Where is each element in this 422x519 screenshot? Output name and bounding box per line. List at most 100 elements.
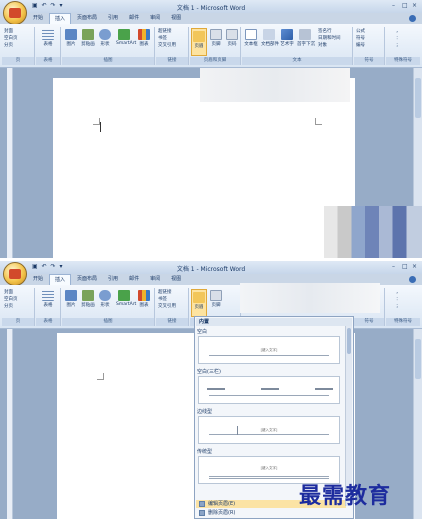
smartart-button-2[interactable]: SmartArt — [116, 290, 136, 307]
clipart-icon — [82, 29, 94, 40]
clipart-button[interactable]: 剪贴画 — [80, 29, 96, 47]
tab-review[interactable]: 审阅 — [145, 13, 165, 24]
colon-button[interactable]: ： — [396, 35, 401, 42]
page-break-button-2[interactable]: 分页 — [4, 303, 18, 310]
chart-button-2[interactable]: 图表 — [136, 290, 152, 308]
group-label-pages-2: 页 — [2, 318, 34, 326]
bookmark-button-2[interactable]: 书签 — [158, 296, 176, 303]
preset-rule-3 — [209, 434, 329, 435]
vertical-scrollbar-2[interactable] — [413, 329, 422, 519]
smartart-icon-2 — [118, 290, 130, 301]
footer-icon — [210, 29, 222, 40]
comma-button-2[interactable]: ， — [396, 289, 401, 296]
restore-button[interactable]: □ — [402, 2, 408, 9]
group-label-links-2: 链接 — [156, 318, 188, 326]
shapes-button-2[interactable]: 形状 — [97, 290, 113, 308]
office-button[interactable] — [3, 1, 27, 25]
word-window-top: ▣ ↶ ↷ ▾ 文档 1 - Microsoft Word – □ × 开始 插… — [0, 0, 422, 258]
table-button-2[interactable]: 表格 — [40, 290, 56, 308]
group-special-symbols-2: ， ： ； 特殊符号 — [386, 288, 420, 326]
preset-blank[interactable]: [键入文字] — [198, 336, 340, 364]
semicolon-button[interactable]: ； — [396, 42, 401, 49]
scrollbar-thumb[interactable] — [415, 78, 421, 118]
office-button-2[interactable] — [3, 262, 27, 286]
textbox-icon — [245, 29, 257, 40]
cross-reference-button-2[interactable]: 交叉引用 — [158, 303, 176, 310]
footer-button-2[interactable]: 页脚 — [208, 290, 224, 308]
redacted-area-2 — [240, 283, 380, 313]
blank-page-button-2[interactable]: 空白页 — [4, 296, 18, 303]
help-icon[interactable] — [409, 15, 416, 22]
numbering-button[interactable]: 编号 — [356, 42, 365, 49]
help-icon-2[interactable] — [409, 276, 416, 283]
footer-button[interactable]: 页脚 — [208, 29, 224, 47]
chart-button[interactable]: 图表 — [136, 29, 152, 47]
close-button-2[interactable]: × — [412, 263, 417, 270]
tab-mailings-2[interactable]: 邮件 — [124, 274, 144, 285]
group-label-pages: 页 — [2, 57, 34, 65]
preset-placeholder-center — [261, 388, 279, 390]
tab-page-layout[interactable]: 页面布局 — [72, 13, 102, 24]
preset-sideline[interactable]: [键入文字] — [198, 416, 340, 444]
smartart-icon — [118, 29, 130, 40]
preset-blank-three[interactable] — [198, 376, 340, 404]
wordart-button[interactable]: 艺术字 — [279, 29, 295, 47]
gallery-scroll-thumb[interactable] — [347, 328, 351, 354]
document-page[interactable] — [53, 78, 355, 258]
drop-cap-button[interactable]: 首字下沉 — [297, 29, 315, 47]
blank-page-button[interactable]: 空白页 — [4, 35, 18, 42]
preset-title-sideline: 边线型 — [197, 409, 213, 415]
group-label-header-footer: 页眉和页脚 — [190, 57, 240, 65]
tab-home[interactable]: 开始 — [28, 13, 48, 24]
picture-icon-2 — [65, 290, 77, 301]
semicolon-button-2[interactable]: ； — [396, 303, 401, 310]
tab-mailings[interactable]: 邮件 — [124, 13, 144, 24]
tab-home-2[interactable]: 开始 — [28, 274, 48, 285]
object-button[interactable]: 对象 — [318, 42, 341, 49]
group-header-footer: 页眉 页脚 页码 页眉和页脚 — [190, 27, 241, 65]
minimize-button[interactable]: – — [392, 2, 395, 9]
remove-header-item[interactable]: 删除页眉(R) — [196, 509, 346, 517]
tab-page-layout-2[interactable]: 页面布局 — [72, 274, 102, 285]
tab-view[interactable]: 视图 — [166, 13, 186, 24]
page-number-button[interactable]: 页码 — [224, 29, 240, 47]
office-logo-icon — [9, 8, 21, 18]
cover-page-button[interactable]: 封面 — [4, 28, 18, 35]
equation-button[interactable]: 公式 — [356, 28, 365, 35]
quick-parts-button[interactable]: 文档部件 — [261, 29, 279, 47]
tab-references-2[interactable]: 引用 — [103, 274, 123, 285]
colon-button-2[interactable]: ： — [396, 296, 401, 303]
date-time-button[interactable]: 日期和时间 — [318, 35, 341, 42]
textbox-button[interactable]: 文本框 — [243, 29, 259, 47]
bookmark-button[interactable]: 书签 — [158, 35, 176, 42]
group-label-tables: 表格 — [36, 57, 60, 65]
shapes-button[interactable]: 形状 — [97, 29, 113, 47]
cover-page-button-2[interactable]: 封面 — [4, 289, 18, 296]
tab-view-2[interactable]: 视图 — [166, 274, 186, 285]
restore-button-2[interactable]: □ — [402, 263, 408, 270]
table-button[interactable]: 表格 — [40, 29, 56, 47]
group-label-illustrations: 插图 — [62, 57, 154, 65]
group-label-special-symbols-2: 特殊符号 — [386, 318, 420, 326]
scrollbar-thumb-2[interactable] — [415, 339, 421, 379]
preset-placeholder-right — [315, 388, 333, 390]
hyperlink-button-2[interactable]: 超链接 — [158, 289, 176, 296]
wordart-icon — [281, 29, 293, 40]
symbol-button[interactable]: 符号 — [356, 35, 365, 42]
group-label-text: 文本 — [242, 57, 352, 65]
picture-button[interactable]: 图片 — [63, 29, 79, 47]
clipart-button-2[interactable]: 剪贴画 — [80, 290, 96, 308]
minimize-button-2[interactable]: – — [392, 263, 395, 270]
smartart-button[interactable]: SmartArt — [116, 29, 136, 46]
header-button-2[interactable]: 页眉 — [191, 289, 207, 317]
picture-button-2[interactable]: 图片 — [63, 290, 79, 308]
header-button[interactable]: 页眉 — [191, 28, 207, 56]
comma-button[interactable]: ， — [396, 28, 401, 35]
cross-reference-button[interactable]: 交叉引用 — [158, 42, 176, 49]
close-button[interactable]: × — [412, 2, 417, 9]
tab-references[interactable]: 引用 — [103, 13, 123, 24]
hyperlink-button[interactable]: 超链接 — [158, 28, 176, 35]
page-break-button[interactable]: 分页 — [4, 42, 18, 49]
signature-line-button[interactable]: 签名行 — [318, 28, 341, 35]
tab-review-2[interactable]: 审阅 — [145, 274, 165, 285]
